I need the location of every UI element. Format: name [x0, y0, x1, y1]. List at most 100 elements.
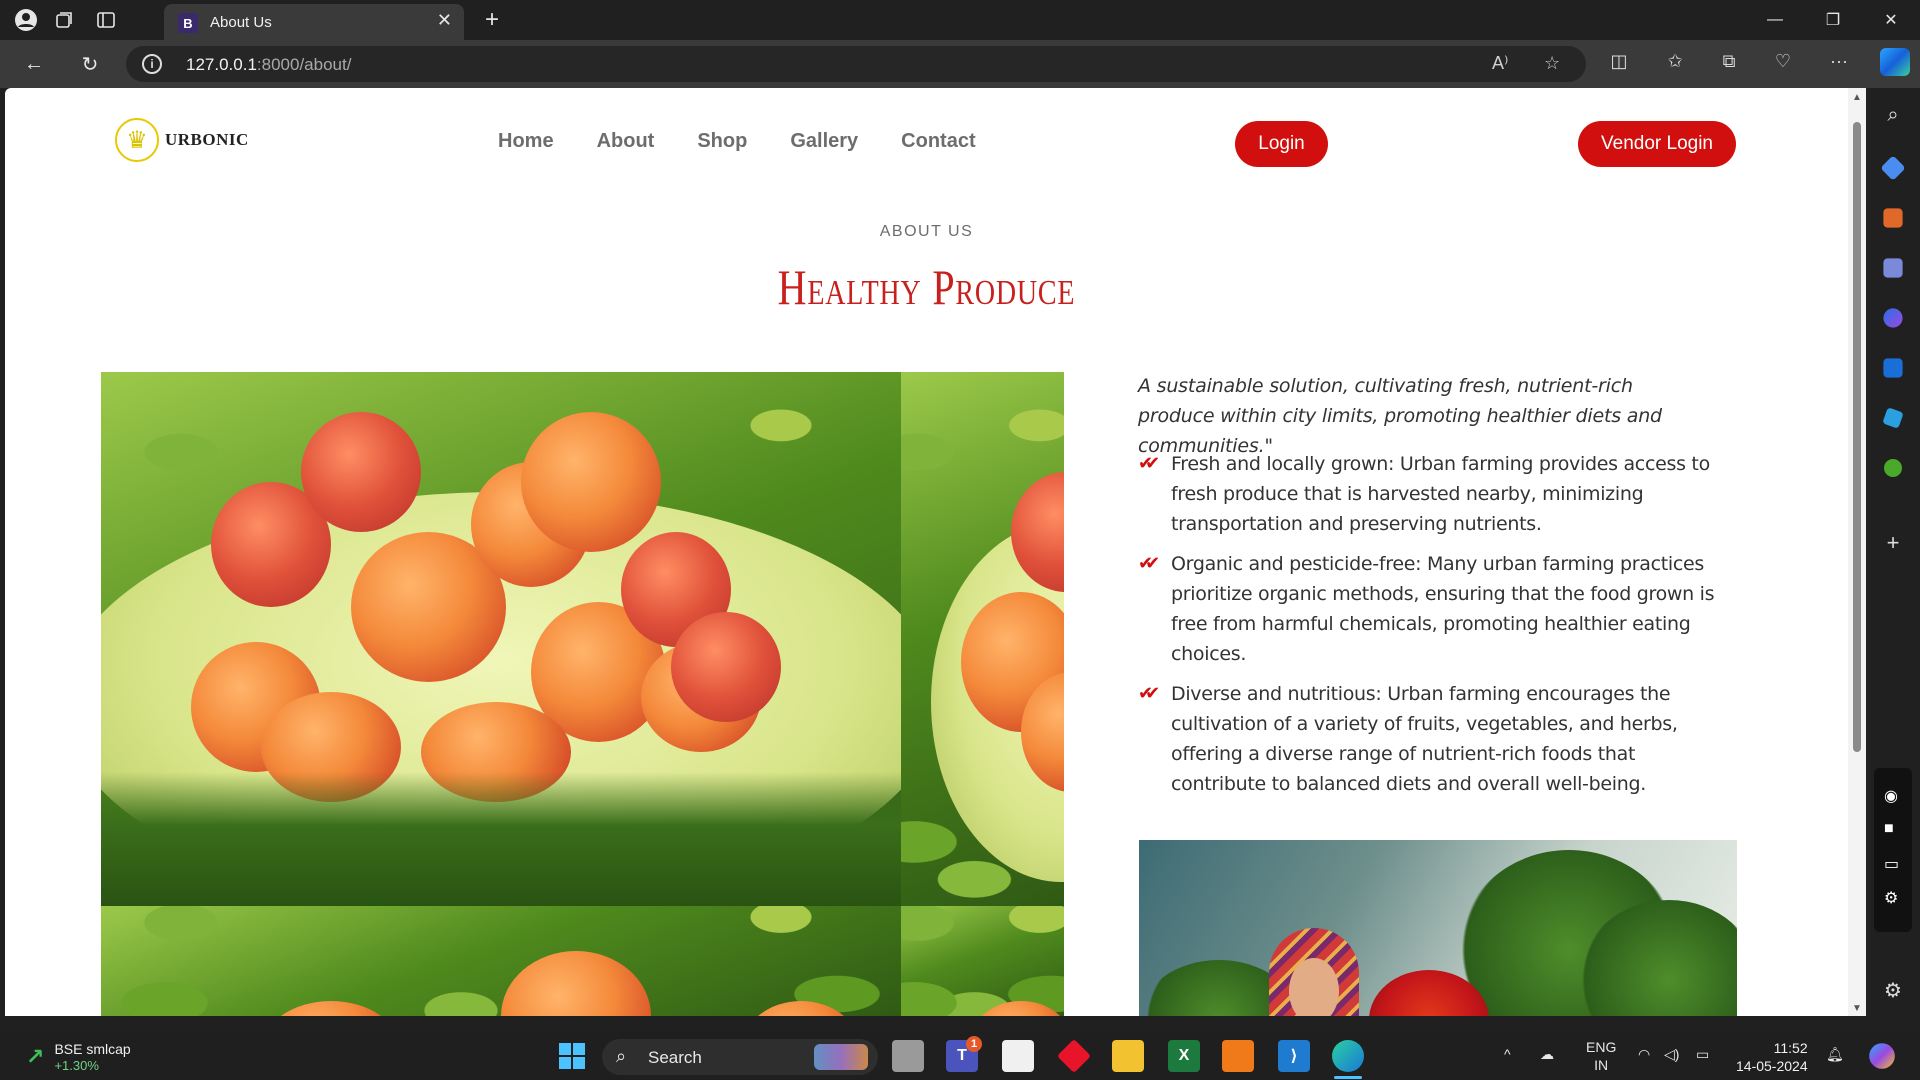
list-item: ✔✔ Organic and pesticide-free: Many urba…: [1138, 549, 1728, 669]
excel-icon[interactable]: X: [1168, 1040, 1200, 1072]
double-check-icon: ✔✔: [1138, 453, 1160, 474]
more-menu-icon[interactable]: ···: [1826, 51, 1852, 72]
double-check-icon: ✔✔: [1138, 683, 1160, 704]
screenshot-toolbar: ◉ ■ ▭ ⚙: [1874, 768, 1912, 932]
benefit-text: Diverse and nutritious: Urban farming en…: [1171, 683, 1678, 795]
start-button[interactable]: [556, 1040, 588, 1072]
video-icon[interactable]: ■: [1884, 820, 1894, 838]
trend-up-icon: ↗: [26, 1043, 45, 1069]
page-viewport: ♛ URBONIC Home About Shop Gallery Contac…: [5, 88, 1848, 1016]
intro-quote: A sustainable solution, cultivating fres…: [1138, 375, 1662, 457]
nav-gallery[interactable]: Gallery: [790, 130, 858, 153]
close-tab-icon[interactable]: ✕: [437, 10, 452, 31]
stock-widget[interactable]: ↗ BSE smlcap +1.30%: [26, 1040, 131, 1073]
sidebar-telegram-icon[interactable]: [1882, 407, 1904, 429]
bootstrap-favicon-icon: B: [178, 13, 198, 33]
sidebar-games-icon[interactable]: [1883, 258, 1903, 278]
page-scrollbar[interactable]: ▲ ▼: [1848, 88, 1866, 1016]
wifi-icon[interactable]: ◠: [1638, 1046, 1650, 1063]
window-capture-icon[interactable]: ▭: [1884, 854, 1899, 874]
active-app-indicator: [1334, 1076, 1362, 1079]
stock-change: +1.30%: [54, 1058, 99, 1073]
address-bar[interactable]: i 127.0.0.1:8000/about/ A⁾ ☆: [126, 46, 1586, 82]
nav-home[interactable]: Home: [498, 130, 554, 153]
microsoft-store-icon[interactable]: [1002, 1040, 1034, 1072]
capture-settings-icon[interactable]: ⚙: [1884, 888, 1898, 908]
close-window-icon[interactable]: ✕: [1868, 4, 1914, 36]
address-toolbar: ← ↻ i 127.0.0.1:8000/about/ A⁾ ☆ ◫ ✩ ⧉ ♡…: [0, 40, 1920, 88]
sidebar-tools-icon[interactable]: [1883, 208, 1903, 228]
teams-badge: 1: [966, 1036, 982, 1052]
date-text: 14-05-2024: [1736, 1058, 1808, 1074]
login-button[interactable]: Login: [1235, 121, 1328, 167]
sidebar-shopping-icon[interactable]: [1880, 155, 1906, 181]
search-placeholder: Search: [648, 1048, 702, 1067]
windows-taskbar: ↗ BSE smlcap +1.30% ⌕ Search T 1 X ⟩ ^ ☁…: [0, 1032, 1920, 1080]
notifications-icon[interactable]: 🔔︎: [1826, 1046, 1844, 1063]
clock[interactable]: 11:52 14-05-2024: [1736, 1039, 1808, 1075]
scroll-up-icon[interactable]: ▲: [1852, 92, 1862, 103]
edge-icon[interactable]: [1332, 1040, 1364, 1072]
sidebar-search-icon[interactable]: ⌕: [1881, 104, 1905, 128]
browser-tab-bar: B About Us ✕ + — ❐ ✕: [0, 0, 1920, 40]
sidebar-add-icon[interactable]: +: [1881, 530, 1905, 555]
scroll-down-icon[interactable]: ▼: [1852, 1003, 1862, 1014]
tab-about-us[interactable]: B About Us ✕: [164, 4, 464, 40]
split-screen-icon[interactable]: ◫: [1606, 51, 1632, 72]
vendor-login-button[interactable]: Vendor Login: [1578, 121, 1736, 167]
farmer-image: [1139, 840, 1737, 1016]
crown-logo-icon: ♛: [115, 118, 159, 162]
nav-shop[interactable]: Shop: [697, 130, 747, 153]
onedrive-icon[interactable]: ☁: [1540, 1046, 1554, 1063]
logo-text: URBONIC: [165, 130, 249, 149]
read-aloud-icon[interactable]: A⁾: [1492, 53, 1508, 74]
app-orange-icon[interactable]: [1222, 1040, 1254, 1072]
scroll-thumb[interactable]: [1853, 122, 1861, 752]
favorite-star-icon[interactable]: ☆: [1544, 53, 1560, 74]
copilot-taskbar-icon[interactable]: [1869, 1043, 1895, 1069]
taskbar-search[interactable]: ⌕ Search: [602, 1039, 878, 1075]
tab-actions-icon[interactable]: [92, 6, 120, 34]
collections-icon[interactable]: ⧉: [1716, 51, 1742, 72]
minimize-icon[interactable]: —: [1752, 4, 1798, 36]
list-item: ✔✔ Fresh and locally grown: Urban farmin…: [1138, 449, 1728, 539]
favorites-icon[interactable]: ✩: [1662, 51, 1688, 72]
main-nav: Home About Shop Gallery Contact: [498, 130, 976, 153]
double-check-icon: ✔✔: [1138, 553, 1160, 574]
browser-essentials-icon[interactable]: ♡: [1770, 51, 1796, 72]
search-icon: ⌕: [616, 1046, 627, 1066]
teams-icon[interactable]: T 1: [946, 1036, 982, 1072]
sidebar-settings-icon[interactable]: ⚙: [1881, 978, 1905, 1002]
battery-icon[interactable]: ▭: [1696, 1046, 1709, 1063]
sidebar-tree-icon[interactable]: [1884, 459, 1902, 477]
site-logo[interactable]: ♛ URBONIC: [115, 118, 249, 162]
task-view-icon[interactable]: [892, 1040, 924, 1072]
nav-contact[interactable]: Contact: [901, 130, 975, 153]
time-text: 11:52: [1773, 1040, 1808, 1056]
vscode-icon[interactable]: ⟩: [1278, 1040, 1310, 1072]
section-eyebrow: ABOUT US: [879, 223, 974, 240]
url-text[interactable]: 127.0.0.1:8000/about/: [186, 55, 351, 75]
section-title: Healthy Produce: [777, 259, 1076, 315]
workspaces-icon[interactable]: [50, 6, 78, 34]
app-red-icon[interactable]: [1057, 1039, 1091, 1073]
profile-icon[interactable]: [12, 6, 40, 34]
new-tab-icon[interactable]: +: [478, 6, 506, 34]
restore-icon[interactable]: ❐: [1810, 4, 1856, 36]
refresh-icon[interactable]: ↻: [76, 50, 104, 78]
site-info-icon[interactable]: i: [142, 54, 162, 74]
nav-about[interactable]: About: [597, 130, 655, 153]
benefits-list: ✔✔ Fresh and locally grown: Urban farmin…: [1138, 449, 1728, 809]
sidebar-copilot-icon[interactable]: [1883, 308, 1903, 328]
camera-icon[interactable]: ◉: [1884, 786, 1898, 806]
list-item: ✔✔ Diverse and nutritious: Urban farming…: [1138, 679, 1728, 799]
language-indicator[interactable]: ENG IN: [1586, 1038, 1616, 1074]
show-hidden-icons[interactable]: ^: [1504, 1046, 1511, 1062]
back-icon[interactable]: ←: [20, 50, 48, 78]
file-explorer-icon[interactable]: [1112, 1040, 1144, 1072]
copilot-icon[interactable]: [1880, 48, 1910, 76]
sidebar-outlook-icon[interactable]: [1883, 358, 1903, 378]
volume-icon[interactable]: ◁): [1664, 1046, 1679, 1063]
edge-sidebar: ⌕ + ◉ ■ ▭ ⚙ ⚙: [1866, 88, 1920, 1018]
peach-bowl-image: [101, 372, 1064, 1016]
